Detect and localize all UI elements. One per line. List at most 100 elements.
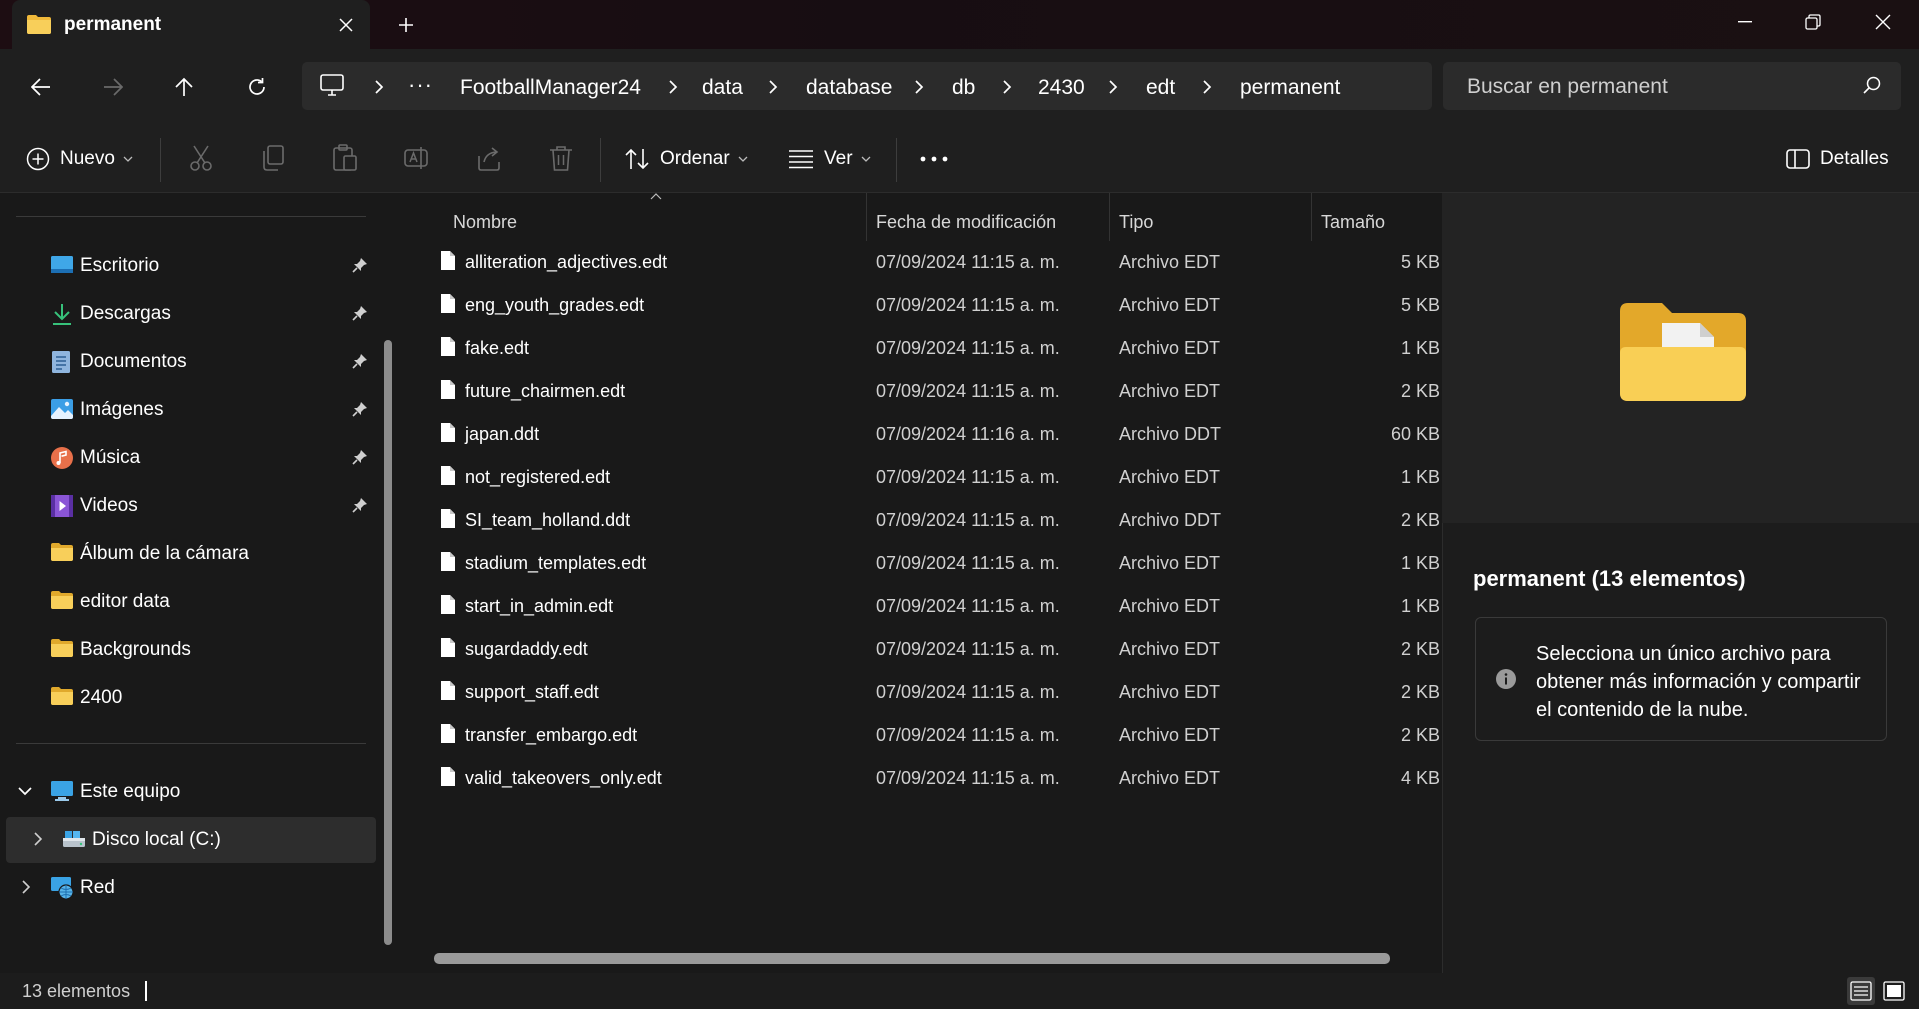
chevron-right-icon[interactable] xyxy=(22,880,31,894)
column-divider[interactable] xyxy=(866,193,867,241)
sidebar-item-editor-data[interactable]: editor data xyxy=(0,579,376,625)
file-size: 1 KB xyxy=(1400,553,1440,573)
file-row[interactable]: valid_takeovers_only.edt 07/09/2024 11:1… xyxy=(430,757,1440,800)
file-type: Archivo DDT xyxy=(1119,424,1222,444)
sidebar-item-album-camara[interactable]: Álbum de la cámara xyxy=(0,531,376,577)
file-row[interactable]: transfer_embargo.edt 07/09/2024 11:15 a.… xyxy=(430,714,1440,757)
restore-button[interactable] xyxy=(1778,0,1848,44)
chevron-right-icon[interactable] xyxy=(1002,79,1012,95)
sidebar-item-videos[interactable]: Videos xyxy=(0,483,376,529)
file-row[interactable]: future_chairmen.edt 07/09/2024 11:15 a. … xyxy=(430,370,1440,413)
tab-permanent[interactable]: permanent xyxy=(12,0,370,49)
file-type: Archivo EDT xyxy=(1119,553,1221,573)
chevron-right-icon[interactable] xyxy=(668,79,678,95)
sidebar-item-2400[interactable]: 2400 xyxy=(0,675,376,721)
chevron-right-icon[interactable] xyxy=(768,79,778,95)
file-icon xyxy=(440,766,456,787)
search-icon[interactable] xyxy=(1863,76,1881,94)
horizontal-scrollbar[interactable] xyxy=(434,953,1390,964)
search-input[interactable]: Buscar en permanent xyxy=(1467,75,1668,99)
sidebar-scrollbar[interactable] xyxy=(384,340,392,945)
chevron-down-icon[interactable] xyxy=(18,787,32,796)
more-options-button[interactable] xyxy=(920,141,948,177)
chevron-right-icon[interactable] xyxy=(914,79,924,95)
pin-icon[interactable] xyxy=(352,305,368,321)
rename-icon[interactable] xyxy=(404,144,430,172)
file-row[interactable]: support_staff.edt 07/09/2024 11:15 a. m.… xyxy=(430,671,1440,714)
file-name: eng_youth_grades.edt xyxy=(465,295,645,315)
large-icons-view-button[interactable] xyxy=(1880,977,1908,1005)
column-header-modified[interactable]: Fecha de modificación xyxy=(876,212,1056,233)
breadcrumb-item[interactable]: permanent xyxy=(1240,76,1340,100)
new-button[interactable]: Nuevo xyxy=(26,141,133,177)
breadcrumb-item[interactable]: FootballManager24 xyxy=(460,76,641,100)
chevron-right-icon[interactable] xyxy=(374,79,384,95)
pin-icon[interactable] xyxy=(352,257,368,273)
file-row[interactable]: alliteration_adjectives.edt 07/09/2024 1… xyxy=(430,241,1440,284)
file-row[interactable]: start_in_admin.edt 07/09/2024 11:15 a. m… xyxy=(430,585,1440,628)
breadcrumb-item[interactable]: database xyxy=(806,76,892,100)
file-row[interactable]: eng_youth_grades.edt 07/09/2024 11:15 a.… xyxy=(430,284,1440,327)
file-type: Archivo EDT xyxy=(1119,596,1221,616)
back-button[interactable] xyxy=(20,66,62,108)
copy-icon[interactable] xyxy=(260,144,286,172)
column-header-size[interactable]: Tamaño xyxy=(1321,212,1385,233)
sidebar-item-red[interactable]: Red xyxy=(0,865,376,911)
file-row[interactable]: sugardaddy.edt 07/09/2024 11:15 a. m. Ar… xyxy=(430,628,1440,671)
chevron-right-icon[interactable] xyxy=(34,832,43,846)
refresh-button[interactable] xyxy=(236,66,278,108)
monitor-icon[interactable] xyxy=(320,74,344,96)
file-row[interactable]: stadium_templates.edt 07/09/2024 11:15 a… xyxy=(430,542,1440,585)
forward-button[interactable] xyxy=(92,66,134,108)
new-tab-button[interactable] xyxy=(390,9,422,41)
file-row[interactable]: not_registered.edt 07/09/2024 11:15 a. m… xyxy=(430,456,1440,499)
column-divider[interactable] xyxy=(1311,193,1312,241)
sidebar-item-musica[interactable]: Música xyxy=(0,435,376,481)
sidebar-item-escritorio[interactable]: Escritorio xyxy=(0,243,376,289)
delete-icon[interactable] xyxy=(548,144,574,172)
up-button[interactable] xyxy=(163,66,205,108)
details-pane-button[interactable]: Detalles xyxy=(1786,141,1889,177)
file-row[interactable]: fake.edt 07/09/2024 11:15 a. m. Archivo … xyxy=(430,327,1440,370)
divider xyxy=(16,743,366,744)
sidebar-item-descargas[interactable]: Descargas xyxy=(0,291,376,337)
sort-button[interactable]: Ordenar xyxy=(624,141,748,177)
minimize-button[interactable] xyxy=(1710,0,1780,44)
sidebar-item-imagenes[interactable]: Imágenes xyxy=(0,387,376,433)
sidebar-item-backgrounds[interactable]: Backgrounds xyxy=(0,627,376,673)
column-header-type[interactable]: Tipo xyxy=(1119,212,1153,233)
sidebar-item-documentos[interactable]: Documentos xyxy=(0,339,376,385)
close-window-button[interactable] xyxy=(1848,0,1918,44)
overflow-breadcrumb-button[interactable]: ··· xyxy=(408,72,433,98)
search-box[interactable]: Buscar en permanent xyxy=(1443,62,1901,110)
network-icon xyxy=(50,876,76,900)
sidebar-item-este-equipo[interactable]: Este equipo xyxy=(0,769,376,815)
view-button[interactable]: Ver xyxy=(788,141,871,177)
breadcrumb-item[interactable]: edt xyxy=(1146,76,1175,100)
breadcrumb-item[interactable]: data xyxy=(702,76,743,100)
pin-icon[interactable] xyxy=(352,401,368,417)
sidebar-item-label: Imágenes xyxy=(80,399,164,420)
pin-icon[interactable] xyxy=(352,497,368,513)
details-view-button[interactable] xyxy=(1847,977,1875,1005)
close-tab-button[interactable] xyxy=(330,9,362,41)
sidebar-item-disco-local[interactable]: Disco local (C:) xyxy=(6,817,376,863)
thumbnail-view-icon xyxy=(1883,981,1905,1001)
file-icon xyxy=(440,465,456,486)
chevron-right-icon[interactable] xyxy=(1108,79,1118,95)
cut-icon[interactable] xyxy=(188,144,214,172)
column-divider[interactable] xyxy=(1109,193,1110,241)
chevron-right-icon[interactable] xyxy=(1202,79,1212,95)
file-row[interactable]: japan.ddt 07/09/2024 11:16 a. m. Archivo… xyxy=(430,413,1440,456)
column-header-name[interactable]: Nombre xyxy=(453,212,517,233)
breadcrumb-item[interactable]: db xyxy=(952,76,975,100)
file-row[interactable]: SI_team_holland.ddt 07/09/2024 11:15 a. … xyxy=(430,499,1440,542)
pin-icon[interactable] xyxy=(352,449,368,465)
address-bar[interactable]: ··· FootballManager24 data database db 2… xyxy=(302,62,1432,110)
paste-icon[interactable] xyxy=(332,144,358,172)
file-type: Archivo EDT xyxy=(1119,295,1221,315)
pin-icon[interactable] xyxy=(352,353,368,369)
share-icon[interactable] xyxy=(476,144,502,172)
toolbar-divider xyxy=(600,138,601,182)
breadcrumb-item[interactable]: 2430 xyxy=(1038,76,1085,100)
